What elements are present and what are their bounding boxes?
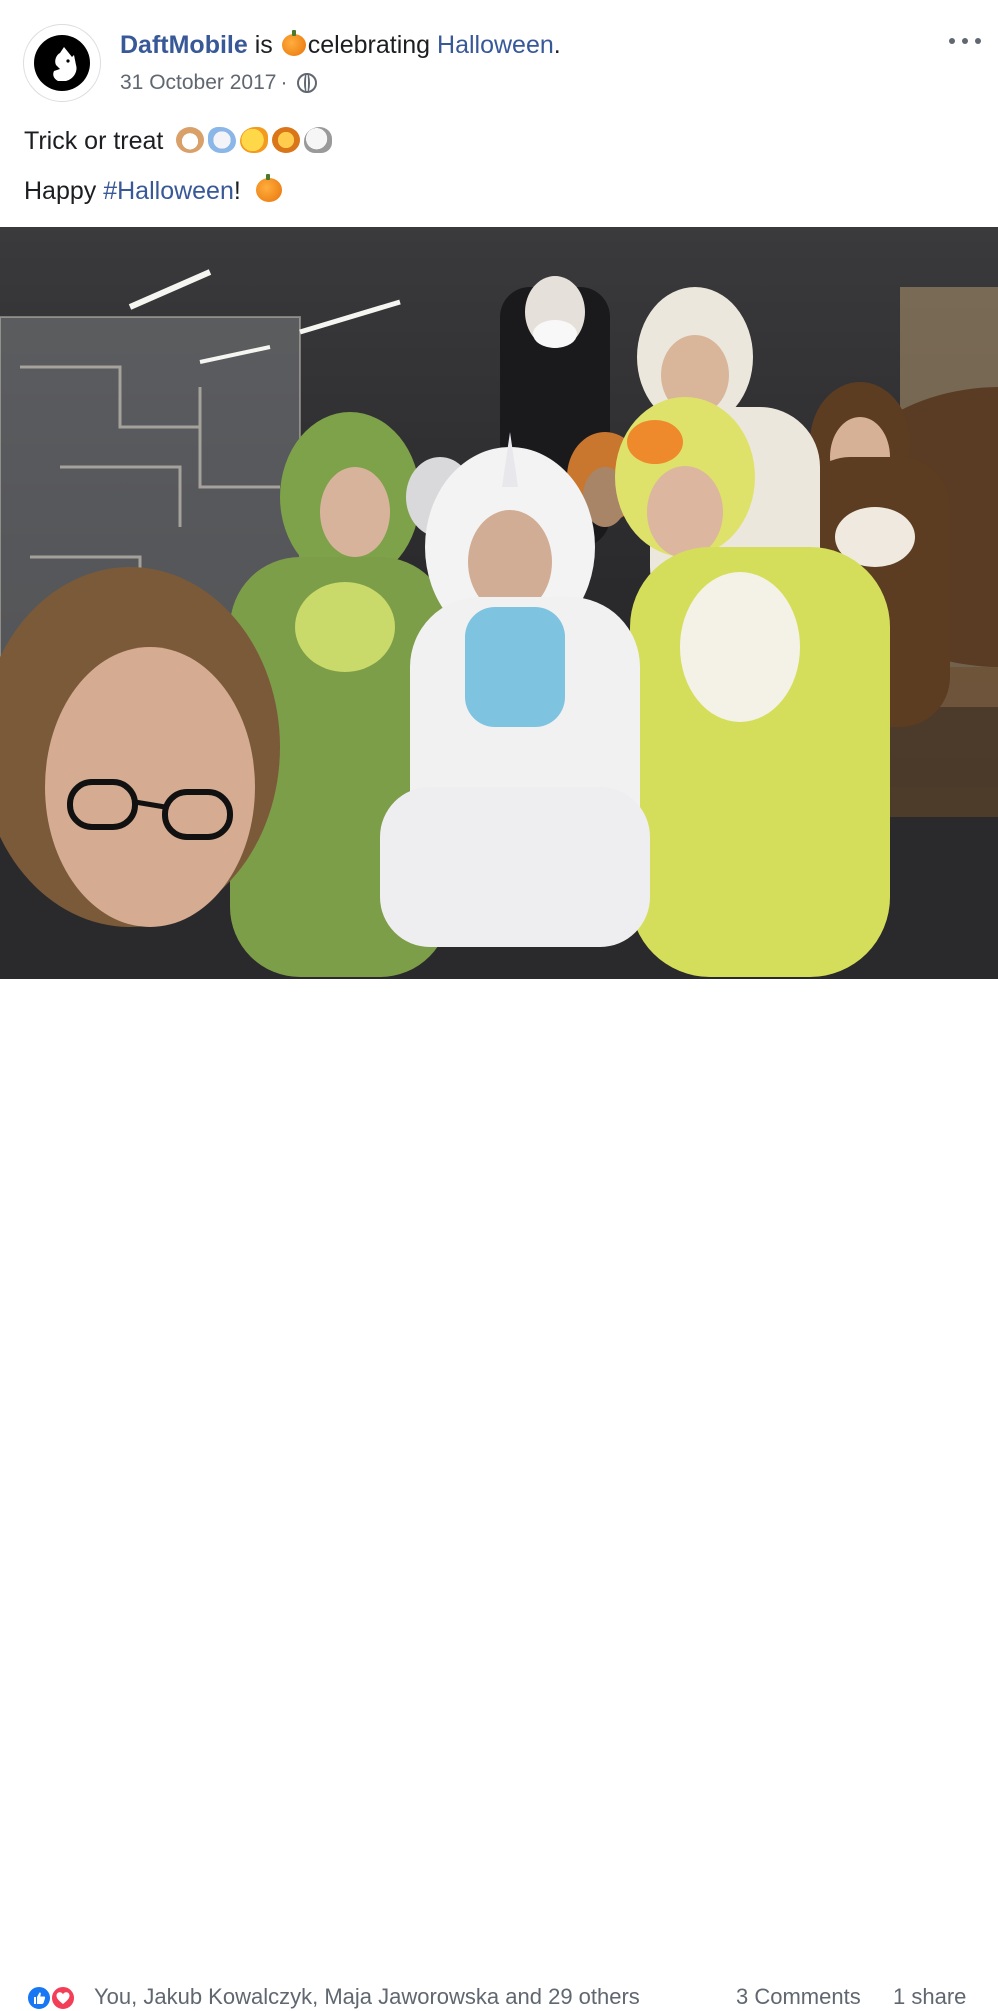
like-reaction-icon[interactable] (26, 1985, 52, 2011)
shares-count[interactable]: 1 share (893, 1983, 966, 2011)
activity-suffix: . (553, 31, 561, 59)
pumpkin-icon (281, 30, 306, 56)
dog-face-emoji (176, 127, 205, 153)
post-text-happy: Happy (24, 177, 97, 205)
thumbs-up-icon (34, 1992, 46, 2004)
post-timestamp[interactable]: 31 October 2017 (120, 70, 276, 96)
lion-face-emoji (272, 127, 301, 153)
post-text-line1: Trick or treat (24, 126, 333, 156)
post-text-line2: Happy #Halloween! (24, 174, 284, 206)
sheep-emoji (304, 127, 333, 153)
post-meta: 31 October 2017 · (120, 70, 318, 96)
unicorn-emoji (208, 127, 237, 153)
activity-prefix: is (254, 31, 273, 59)
heart-icon (56, 1992, 70, 2004)
baby-chick-emoji (240, 127, 269, 153)
page-name-link[interactable]: DaftMobile (120, 31, 248, 59)
post-title: DaftMobile is celebrating Halloween. (120, 30, 561, 60)
comments-count[interactable]: 3 Comments (736, 1983, 861, 2011)
more-dot (962, 38, 968, 44)
activity-verb: celebrating (307, 31, 431, 59)
reactions-summary[interactable]: You, Jakub Kowalczyk, Maja Jaworowska an… (94, 1983, 640, 2011)
hashtag-link[interactable]: #Halloween (103, 177, 234, 205)
activity-target-link[interactable]: Halloween (437, 31, 554, 59)
pumpkin-emoji (255, 174, 282, 202)
emoji-row (176, 127, 333, 153)
post-header: DaftMobile is celebrating Halloween. 31 … (0, 0, 998, 110)
post-photo[interactable] (0, 227, 998, 979)
post-footer: You, Jakub Kowalczyk, Maja Jaworowska an… (0, 979, 998, 2011)
more-dot (949, 38, 955, 44)
page-avatar[interactable] (23, 24, 101, 102)
meta-separator: · (280, 71, 288, 94)
globe-icon[interactable] (297, 73, 318, 93)
more-dot (975, 38, 981, 44)
post-text-trick: Trick or treat (24, 127, 164, 155)
wolf-logo-icon (53, 47, 77, 81)
post-text-exclaim: ! (233, 177, 241, 205)
group-photo-illustration (0, 269, 998, 979)
more-options-icon[interactable] (945, 30, 985, 50)
love-reaction-icon[interactable] (50, 1985, 76, 2011)
